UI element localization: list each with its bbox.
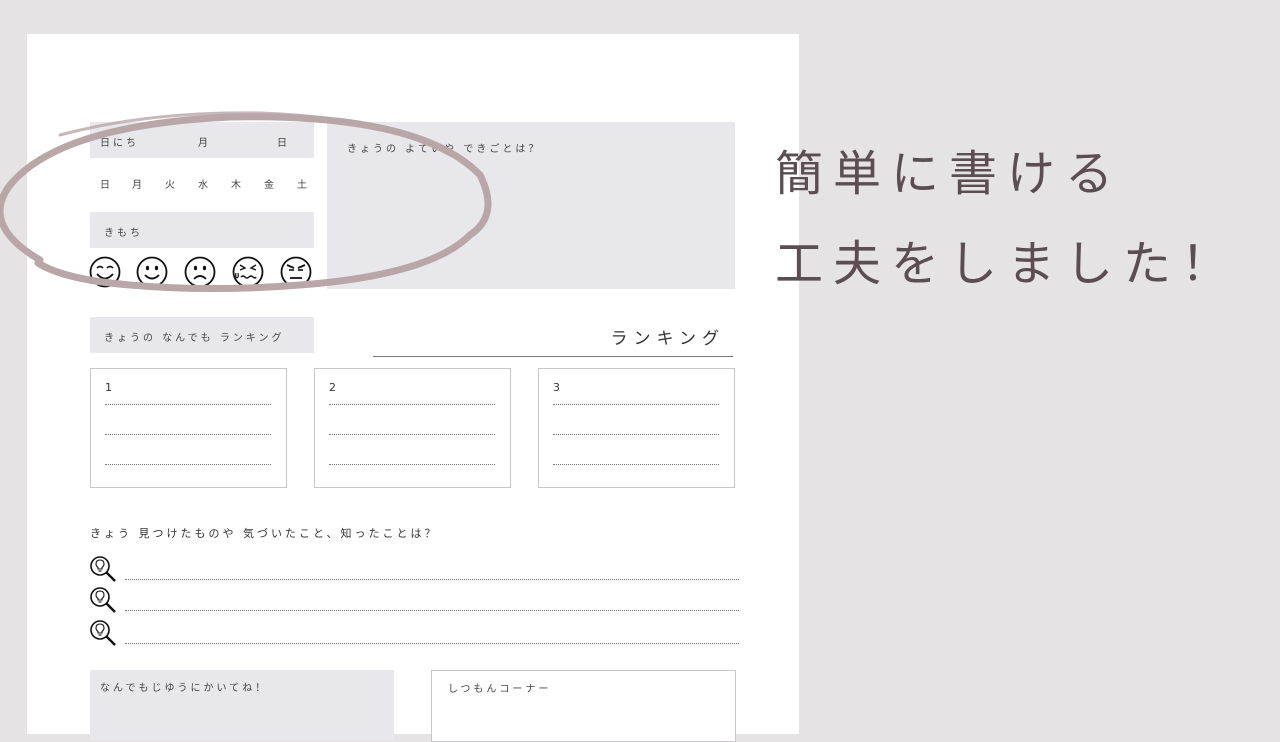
- ranking-card-2[interactable]: 2: [314, 368, 511, 488]
- ranking-title-text: ランキング: [610, 329, 725, 349]
- writing-line: [553, 434, 719, 435]
- caption-line-1: 簡単に書ける: [775, 146, 1124, 202]
- lightbulb-magnifier-icon: [90, 556, 116, 582]
- lightbulb-magnifier-icon: [90, 620, 116, 646]
- ranking-title: ランキング: [373, 322, 733, 357]
- writing-line: [553, 464, 719, 465]
- caption-line-2: 工夫をしました！: [775, 236, 1240, 292]
- discoveries-label: きょう 見つけたものや 気づいたこと、知ったことは？: [90, 527, 439, 540]
- writing-line: [105, 404, 271, 405]
- free-write-label: なんでもじゆうにかいてね！: [100, 683, 269, 694]
- ranking-card-3[interactable]: 3: [538, 368, 735, 488]
- discovery-line-2[interactable]: [89, 586, 739, 614]
- ranking-card-1[interactable]: 1: [90, 368, 287, 488]
- writing-line: [329, 434, 495, 435]
- discovery-line-1[interactable]: [89, 555, 739, 583]
- lightbulb-magnifier-icon: [90, 587, 116, 613]
- ranking-number: 3: [553, 381, 560, 394]
- writing-line: [105, 434, 271, 435]
- writing-line: [125, 579, 739, 580]
- discovery-line-3[interactable]: [89, 619, 739, 647]
- ranking-label-box: きょうの なんでも ランキング: [90, 317, 314, 353]
- question-corner-box[interactable]: しつもんコーナー: [431, 670, 736, 742]
- writing-line: [125, 610, 739, 611]
- highlight-circle-mark: [0, 111, 492, 293]
- question-corner-label: しつもんコーナー: [448, 684, 552, 695]
- ranking-number: 1: [105, 381, 112, 394]
- writing-line: [553, 404, 719, 405]
- writing-line: [125, 643, 739, 644]
- writing-line: [105, 464, 271, 465]
- free-write-box[interactable]: なんでもじゆうにかいてね！: [90, 670, 394, 740]
- ranking-number: 2: [329, 381, 336, 394]
- writing-line: [329, 404, 495, 405]
- writing-line: [329, 464, 495, 465]
- ranking-label: きょうの なんでも ランキング: [104, 333, 285, 344]
